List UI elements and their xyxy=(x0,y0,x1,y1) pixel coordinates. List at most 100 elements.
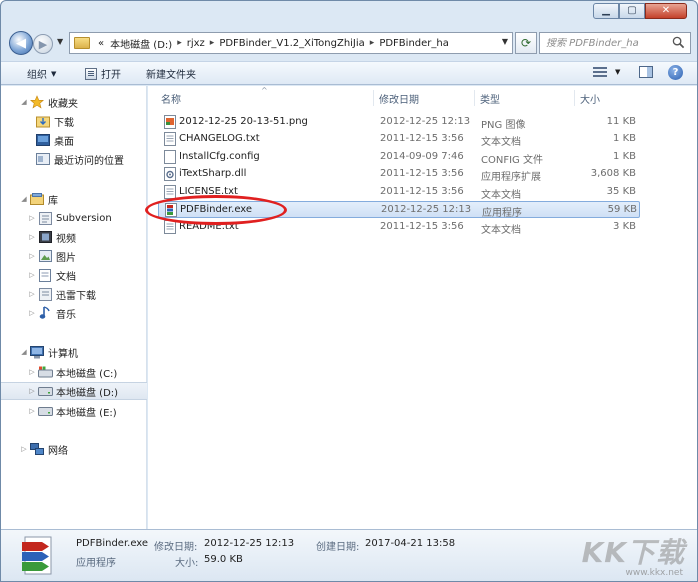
organize-label: 组织 xyxy=(27,70,47,81)
file-type: 应用程序 xyxy=(482,208,522,219)
file-name: 2012-12-25 20-13-51.png xyxy=(179,116,308,127)
organize-menu[interactable]: 组织 ▼ xyxy=(27,66,56,82)
file-size: 35 KB xyxy=(606,186,636,197)
details-modified-value: 2012-12-25 12:13 xyxy=(204,538,295,549)
video-library-icon xyxy=(37,230,53,244)
column-divider[interactable] xyxy=(373,90,374,106)
maximize-button[interactable]: ▢ xyxy=(619,3,645,19)
file-name: InstallCfg.config xyxy=(179,151,260,162)
nav-network[interactable]: ▷ 网络 xyxy=(19,440,165,458)
file-size: 59 KB xyxy=(607,204,637,215)
pdfbinder-app-icon xyxy=(22,536,52,575)
file-date: 2014-09-09 7:46 xyxy=(380,151,464,162)
file-size: 3 KB xyxy=(613,221,636,232)
breadcrumb-current-folder[interactable]: PDFBinder_ha xyxy=(376,38,452,49)
help-icon: ? xyxy=(668,65,683,80)
collapse-arrow-icon[interactable]: ▷ xyxy=(27,309,37,317)
file-row[interactable]: 2012-12-25 20-13-51.png 2012-12-25 12:13… xyxy=(158,114,640,131)
navigation-bar: ◀ ▶ ▼ « 本地磁盘 (D:) ▸ rjxz ▸ PDFBinder_V1.… xyxy=(9,31,691,55)
open-button[interactable]: 打开 xyxy=(85,66,121,81)
file-row[interactable]: README.txt 2011-12-15 3:56 文本文档 3 KB xyxy=(158,219,640,236)
close-button[interactable]: ✕ xyxy=(645,3,687,19)
file-name: LICENSE.txt xyxy=(179,186,238,197)
column-divider[interactable] xyxy=(474,90,475,106)
collapse-arrow-icon[interactable]: ▷ xyxy=(27,387,37,395)
breadcrumb-drive-d[interactable]: 本地磁盘 (D:) xyxy=(107,36,175,51)
subversion-library-icon xyxy=(37,211,53,225)
address-bar[interactable]: « 本地磁盘 (D:) ▸ rjxz ▸ PDFBinder_V1.2_XiTo… xyxy=(69,32,513,54)
window-controls: ▁ ▢ ✕ xyxy=(593,3,687,19)
help-button[interactable]: ? xyxy=(668,65,683,80)
file-date: 2011-12-15 3:56 xyxy=(380,133,464,144)
column-header-size[interactable]: 大小 xyxy=(580,88,600,108)
file-row-selected[interactable]: PDFBinder.exe 2012-12-25 12:13 应用程序 59 K… xyxy=(158,201,640,219)
expand-arrow-icon[interactable]: ◢ xyxy=(19,348,29,356)
file-size: 3,608 KB xyxy=(590,168,636,179)
search-icon[interactable] xyxy=(672,36,685,49)
column-header-date[interactable]: 修改日期 xyxy=(379,88,419,108)
breadcrumb-rjxz[interactable]: rjxz xyxy=(184,38,208,49)
drive-icon xyxy=(37,404,53,418)
search-box xyxy=(539,32,691,54)
collapse-arrow-icon[interactable]: ▷ xyxy=(27,271,37,279)
navigation-pane: ◢ 收藏夹 下载 桌面 最近访问的位置 ◢ 库 ▷ Subversion ▷ 视… xyxy=(1,86,147,529)
details-file-name: PDFBinder.exe xyxy=(76,538,149,549)
file-row[interactable]: iTextSharp.dll 2011-12-15 3:56 应用程序扩展 3,… xyxy=(158,166,640,183)
file-name: CHANGELOG.txt xyxy=(179,133,260,144)
collapse-arrow-icon[interactable]: ▷ xyxy=(19,445,29,453)
breadcrumb-separator-icon[interactable]: ▸ xyxy=(368,38,377,48)
expand-arrow-icon[interactable]: ◢ xyxy=(19,195,29,203)
file-row[interactable]: LICENSE.txt 2011-12-15 3:56 文本文档 35 KB xyxy=(158,184,640,201)
network-icon xyxy=(29,442,45,456)
change-view-button[interactable]: ▼ xyxy=(593,66,620,78)
column-divider[interactable] xyxy=(574,90,575,106)
music-note-icon xyxy=(37,306,53,320)
file-row[interactable]: CHANGELOG.txt 2011-12-15 3:56 文本文档 1 KB xyxy=(158,131,640,148)
collapse-arrow-icon[interactable]: ▷ xyxy=(27,233,37,241)
expand-arrow-icon[interactable]: ◢ xyxy=(19,98,29,106)
breadcrumb-separator-icon[interactable]: ▸ xyxy=(175,38,184,48)
collapse-arrow-icon[interactable]: ▷ xyxy=(27,368,37,376)
collapse-arrow-icon[interactable]: ▷ xyxy=(27,214,37,222)
file-name: PDFBinder.exe xyxy=(180,204,253,215)
collapse-arrow-icon[interactable]: ▷ xyxy=(27,290,37,298)
details-size-value: 59.0 KB xyxy=(204,554,243,565)
star-icon xyxy=(29,95,45,109)
folder-icon xyxy=(74,37,90,49)
pdfbinder-app-icon xyxy=(165,203,177,217)
file-size: 1 KB xyxy=(613,151,636,162)
forward-button[interactable]: ▶ xyxy=(33,34,53,54)
new-folder-button[interactable]: 新建文件夹 xyxy=(146,66,196,81)
documents-library-icon xyxy=(37,268,53,282)
file-date: 2011-12-15 3:56 xyxy=(380,168,464,179)
open-icon xyxy=(85,67,97,80)
breadcrumb-separator-icon[interactable]: ▸ xyxy=(208,38,217,48)
text-file-icon xyxy=(164,132,176,146)
nav-libraries[interactable]: ◢ 库 xyxy=(19,190,165,208)
collapse-arrow-icon[interactable]: ▷ xyxy=(27,252,37,260)
refresh-button[interactable]: ⟳ xyxy=(515,32,537,54)
text-file-icon xyxy=(164,185,176,199)
explorer-window: ▁ ▢ ✕ ◀ ▶ ▼ « 本地磁盘 (D:) ▸ rjxz ▸ PDFBind… xyxy=(0,0,698,582)
back-button[interactable]: ◀ xyxy=(9,31,33,55)
text-file-icon xyxy=(164,220,176,234)
breadcrumb-overflow[interactable]: « xyxy=(95,38,107,49)
collapse-arrow-icon[interactable]: ▷ xyxy=(27,407,37,415)
history-dropdown-icon[interactable]: ▼ xyxy=(57,37,63,46)
file-row[interactable]: InstallCfg.config 2014-09-09 7:46 CONFIG… xyxy=(158,149,640,166)
command-bar: 组织 ▼ 打开 新建文件夹 ▼ ? xyxy=(1,61,697,85)
preview-pane-icon xyxy=(639,66,653,78)
search-input[interactable] xyxy=(546,37,668,49)
nav-favorites[interactable]: ◢ 收藏夹 xyxy=(19,93,165,111)
column-header-name[interactable]: 名称 xyxy=(161,88,181,108)
xunlei-library-icon xyxy=(37,287,53,301)
nav-drive-d[interactable]: ▷ 本地磁盘 (D:) xyxy=(1,382,147,400)
address-dropdown-icon[interactable]: ▼ xyxy=(502,37,508,46)
file-list: 名称 ^ 修改日期 类型 大小 2012-12-25 20-13-51.png … xyxy=(148,86,697,529)
minimize-button[interactable]: ▁ xyxy=(593,3,619,19)
breadcrumb-pdfbinder-folder[interactable]: PDFBinder_V1.2_XiTongZhiJia xyxy=(216,38,367,49)
nav-computer[interactable]: ◢ 计算机 xyxy=(19,343,165,361)
preview-pane-button[interactable] xyxy=(639,66,653,78)
column-header-type[interactable]: 类型 xyxy=(480,88,500,108)
library-icon xyxy=(29,192,45,206)
